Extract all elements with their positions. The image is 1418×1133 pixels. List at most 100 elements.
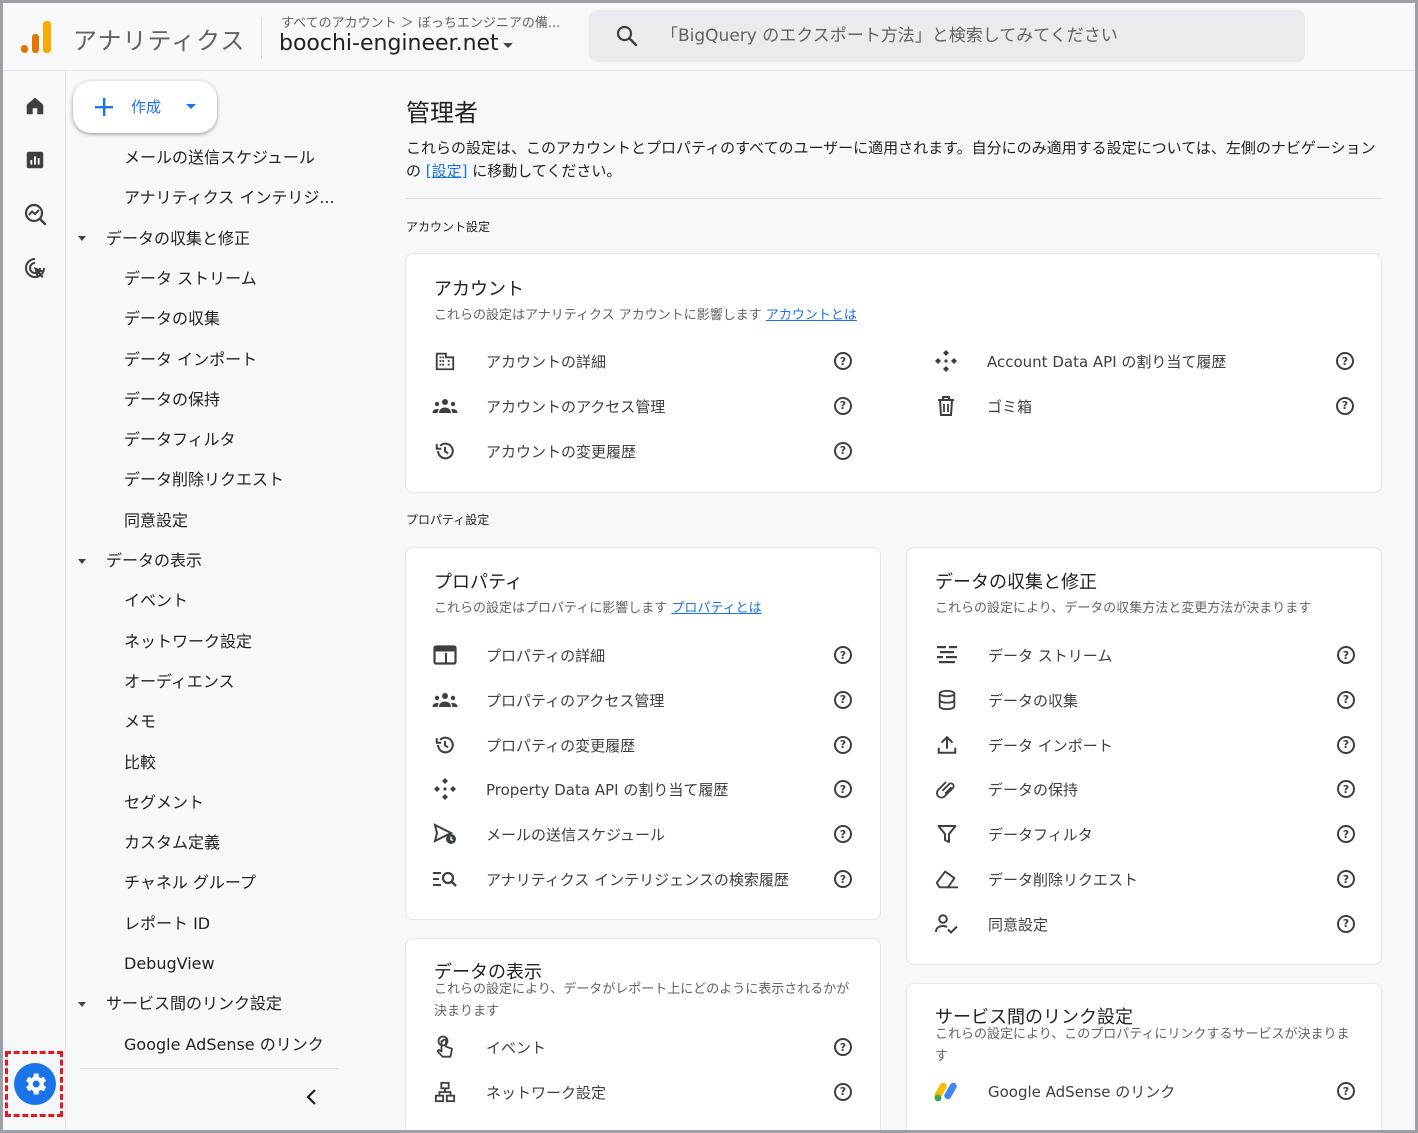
settings-row-label: データの収集 [988,691,1079,710]
nav-group-label: サービス間のリンク設定 [106,994,283,1014]
expand-arrow-icon [78,1001,86,1007]
nav-item[interactable]: イベント [124,589,188,613]
nav-item[interactable]: アナリティクス インテリジ... [124,186,335,210]
consent-icon [934,912,960,936]
settings-row[interactable]: ゴミ箱? [933,389,1356,423]
nav-item[interactable]: データ ストリーム [124,267,257,291]
settings-row[interactable]: メールの送信スケジュール? [432,817,854,851]
help-icon[interactable]: ? [834,396,852,415]
settings-row[interactable]: アナリティクス インテリジェンスの検索履歴? [432,862,854,896]
upload-icon [934,733,960,757]
help-icon[interactable]: ? [1337,825,1355,844]
nav-item[interactable]: 同意設定 [124,509,188,533]
nav-group-label: データの収集と修正 [106,228,251,248]
advertising-icon [25,258,45,278]
nav-item[interactable]: ネットワーク設定 [124,630,252,654]
nav-item[interactable]: レポート ID [124,912,210,936]
help-icon[interactable]: ? [834,1038,852,1056]
nav-group-header[interactable]: データの表示 [78,549,202,573]
help-icon[interactable]: ? [1336,396,1354,415]
help-icon[interactable]: ? [1336,352,1354,370]
help-icon[interactable]: ? [1337,1082,1355,1100]
page-description: これらの設定は、このアカウントとプロパティのすべてのユーザーに適用されます。自分… [406,137,1378,183]
plus-icon [95,98,113,116]
help-icon[interactable]: ? [1337,735,1355,754]
building-icon [432,349,458,373]
help-icon[interactable]: ? [834,825,852,844]
help-icon[interactable]: ? [1337,914,1355,933]
nav-item[interactable]: データの保持 [124,388,220,412]
nav-item[interactable]: DebugView [124,952,215,976]
settings-row[interactable]: データ インポート? [934,728,1357,762]
nav-item[interactable]: オーディエンス [124,670,235,694]
settings-row-label: データの保持 [988,781,1079,800]
settings-row[interactable]: Property Data API の割り当て履歴? [432,772,854,806]
nav-item[interactable]: データ インポート [124,348,257,372]
help-icon[interactable]: ? [834,352,852,370]
collapse-nav-button[interactable] [300,1085,324,1109]
settings-row[interactable]: Google AdSense のリンク? [934,1074,1357,1108]
settings-row[interactable]: データフィルタ? [934,817,1357,851]
trash-icon [933,394,959,418]
help-icon[interactable]: ? [834,646,852,664]
help-icon[interactable]: ? [834,690,852,709]
settings-row[interactable]: プロパティの詳細? [432,638,854,672]
nav-item[interactable]: チャネル グループ [124,871,256,895]
help-icon[interactable]: ? [1337,646,1355,664]
settings-row-label: データ削除リクエスト [988,871,1139,889]
nav-item[interactable]: データフィルタ [124,428,236,452]
search-bar[interactable] [589,10,1305,62]
admin-side-nav: 作成 メールの送信スケジュール アナリティクス インテリジ... データの収集と修正… [66,71,340,1130]
settings-row[interactable]: アカウントの変更履歴? [432,434,854,468]
rail-advertising[interactable] [20,253,50,283]
nav-item[interactable]: メモ [124,710,156,734]
rail-home[interactable] [20,91,50,121]
eraser-icon [934,867,960,891]
settings-row[interactable]: 同意設定? [934,907,1357,941]
settings-row[interactable]: アカウントのアクセス管理? [432,389,854,423]
rail-explore[interactable] [20,199,50,229]
nav-group-header[interactable]: データの収集と修正 [78,227,250,251]
settings-row[interactable]: アカウントの詳細? [432,344,854,378]
help-icon[interactable]: ? [834,870,852,888]
about-account-link[interactable]: アカウントとは [766,308,857,323]
settings-row[interactable]: データ削除リクエスト? [934,862,1357,896]
about-property-link[interactable]: プロパティとは [671,601,761,616]
help-icon[interactable]: ? [1337,780,1355,799]
nav-item[interactable]: Google AdSense のリンク [124,1033,324,1057]
nav-item[interactable]: メールの送信スケジュール [124,146,315,170]
settings-row[interactable]: プロパティの変更履歴? [432,728,854,762]
card-subtitle: これらの設定により、データがレポート上にどのように表示されるかが決まります [434,982,850,1019]
help-icon[interactable]: ? [834,1082,852,1101]
property-settings-label: プロパティ設定 [406,513,490,527]
nav-item[interactable]: カスタム定義 [124,831,220,855]
help-icon[interactable]: ? [834,780,852,799]
create-button[interactable]: 作成 [73,81,217,133]
settings-row[interactable]: データの保持? [934,772,1357,806]
settings-row[interactable]: データ ストリーム? [934,638,1357,672]
help-icon[interactable]: ? [1337,870,1355,888]
help-icon[interactable]: ? [834,441,852,460]
help-icon[interactable]: ? [1337,690,1355,709]
nav-item[interactable]: セグメント [124,791,204,815]
settings-row[interactable]: Account Data API の割り当て履歴? [933,344,1356,378]
settings-row-label: データ ストリーム [988,647,1113,665]
nav-item[interactable]: データの収集 [124,307,220,331]
search-input[interactable] [661,18,1281,54]
settings-link[interactable]: [設定] [426,162,468,180]
rail-reports[interactable] [20,145,50,175]
nav-item[interactable]: データ削除リクエスト [124,468,284,492]
breadcrumb[interactable]: すべてのアカウント ＞ ぼっちエンジニアの備... [281,12,560,31]
settings-row[interactable]: プロパティのアクセス管理? [432,683,854,717]
card-subtitle-text: これらの設定はアナリティクス アカウントに影響します [434,308,762,323]
people-icon [432,688,458,712]
settings-row[interactable]: データの収集? [934,683,1357,717]
nav-item[interactable]: 比較 [124,751,156,775]
expand-arrow-icon [78,236,86,242]
settings-row[interactable]: ネットワーク設定? [432,1075,854,1109]
settings-row[interactable]: イベント? [432,1030,854,1064]
nav-group-header[interactable]: サービス間のリンク設定 [78,992,282,1016]
help-icon[interactable]: ? [834,735,852,754]
property-selector[interactable]: boochi-engineer.net [279,31,513,56]
admin-settings-button[interactable] [14,1063,56,1105]
